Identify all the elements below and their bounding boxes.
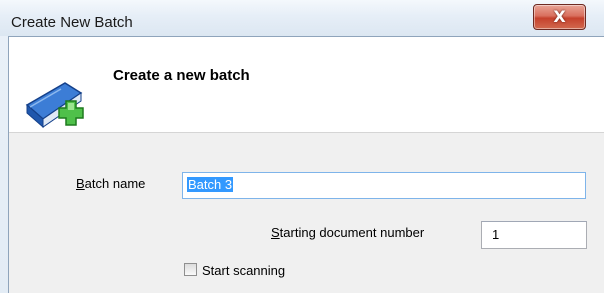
starting-document-number-label-accelerator: S [271,225,280,240]
starting-document-number-input[interactable]: 1 [481,221,587,249]
title-bar[interactable]: Create New Batch X [0,0,604,36]
batch-name-value: Batch 3 [187,177,234,192]
starting-document-number-value: 1 [492,227,500,242]
batch-name-label: Batch name [76,176,145,191]
start-scanning-label[interactable]: Start scanning [202,263,285,278]
starting-document-number-label: Starting document number [271,225,424,240]
dialog-window: Create New Batch X Create a new batch Ba… [0,0,604,293]
close-button[interactable]: X [533,4,586,30]
header-title: Create a new batch [113,67,250,84]
dialog-body: Create a new batch Batch name Batch 3 St… [8,36,604,293]
header-panel: Create a new batch [9,37,604,133]
book-add-icon [25,82,84,129]
batch-name-label-accelerator: B [76,176,85,191]
window-title: Create New Batch [11,14,133,31]
starting-document-number-label-text: tarting document number [279,225,425,240]
batch-name-label-text: atch name [84,176,146,191]
close-icon: X [553,7,566,26]
start-scanning-checkbox[interactable] [184,263,197,276]
batch-name-input[interactable]: Batch 3 [182,172,586,199]
